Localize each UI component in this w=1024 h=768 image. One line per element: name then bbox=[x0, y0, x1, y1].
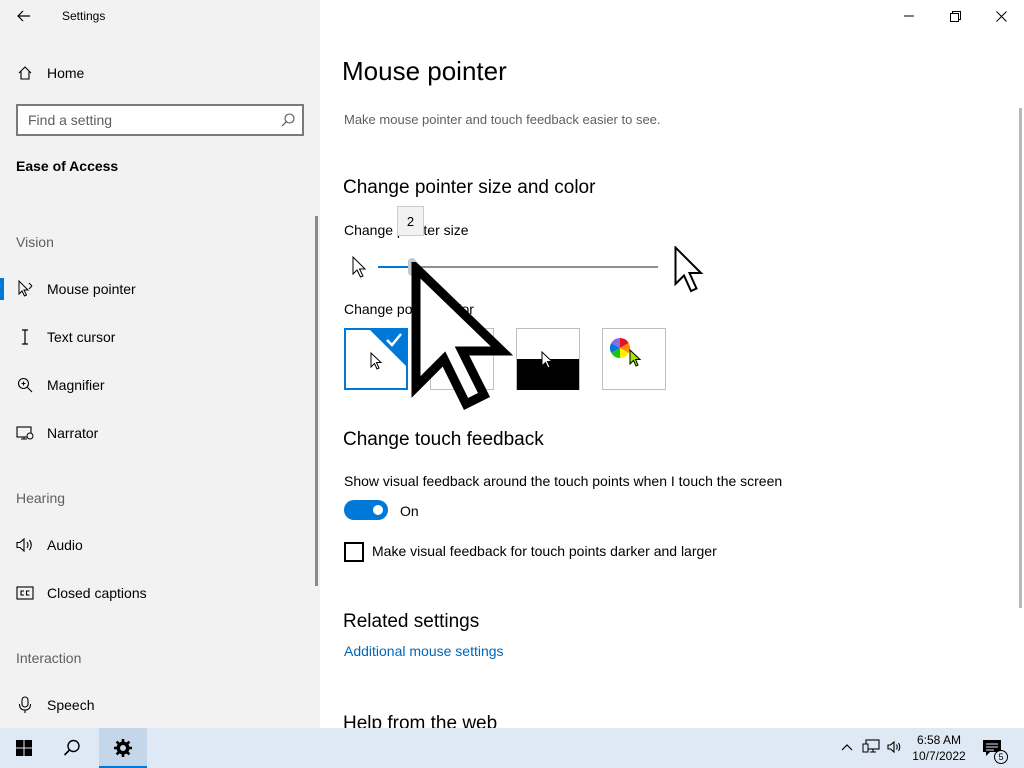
sidebar-item-home[interactable]: Home bbox=[0, 53, 316, 93]
network-icon[interactable] bbox=[862, 738, 880, 756]
section-header-vision: Vision bbox=[16, 234, 54, 250]
pointer-color-custom[interactable] bbox=[602, 328, 666, 390]
sidebar-item-label: Closed captions bbox=[47, 585, 147, 601]
clock-date: 10/7/2022 bbox=[912, 749, 966, 763]
volume-icon[interactable] bbox=[886, 738, 904, 756]
search-box[interactable] bbox=[16, 104, 304, 136]
slider-fill bbox=[378, 266, 412, 268]
system-clock[interactable]: 6:58 AM 10/7/2022 bbox=[906, 732, 972, 764]
close-button[interactable] bbox=[978, 0, 1024, 32]
sidebar-item-label: Home bbox=[47, 65, 85, 81]
minimize-button[interactable] bbox=[886, 0, 932, 32]
clock-time: 6:58 AM bbox=[916, 733, 962, 747]
toggle-state-label: On bbox=[400, 503, 419, 519]
section-title-related: Related settings bbox=[343, 611, 480, 632]
sidebar-item-label: Narrator bbox=[47, 425, 99, 441]
category-title: Ease of Access bbox=[16, 158, 119, 174]
sidebar-item-mouse-pointer[interactable]: Mouse pointer bbox=[0, 269, 316, 309]
closed-captions-icon bbox=[16, 584, 34, 602]
sidebar-item-label: Magnifier bbox=[47, 377, 105, 393]
large-pointer-icon bbox=[674, 246, 704, 293]
section-title-touch: Change touch feedback bbox=[343, 429, 544, 450]
search-taskbar-button[interactable] bbox=[48, 728, 96, 768]
sidebar-item-speech[interactable]: Speech bbox=[0, 685, 316, 725]
white-pointer-icon bbox=[370, 352, 383, 370]
small-pointer-icon bbox=[352, 256, 367, 278]
darker-feedback-label: Make visual feedback for touch points da… bbox=[372, 543, 717, 559]
back-arrow-icon bbox=[17, 10, 30, 22]
darker-feedback-checkbox[interactable] bbox=[344, 542, 364, 562]
restore-icon bbox=[949, 10, 961, 22]
page-title: Mouse pointer bbox=[342, 56, 507, 86]
pointer-color-white[interactable] bbox=[344, 328, 408, 390]
sidebar-item-label: Speech bbox=[47, 697, 95, 713]
sidebar-item-audio[interactable]: Audio bbox=[0, 525, 316, 565]
touch-feedback-toggle[interactable] bbox=[344, 500, 388, 520]
action-center-button[interactable]: 5 bbox=[980, 736, 1008, 764]
search-icon bbox=[63, 739, 80, 756]
section-header-interaction: Interaction bbox=[16, 650, 82, 666]
inverted-pointer-icon bbox=[541, 351, 554, 369]
search-icon[interactable] bbox=[280, 112, 296, 128]
home-icon bbox=[16, 64, 34, 82]
mouse-cursor-icon bbox=[411, 262, 514, 411]
checkmark-icon bbox=[386, 333, 402, 347]
minimize-icon bbox=[904, 15, 914, 17]
section-title-size-color: Change pointer size and color bbox=[343, 177, 596, 198]
sidebar-item-closed-captions[interactable]: Closed captions bbox=[0, 573, 316, 613]
section-header-hearing: Hearing bbox=[16, 490, 66, 506]
sidebar-item-label: Mouse pointer bbox=[47, 281, 136, 297]
page-description: Make mouse pointer and touch feedback ea… bbox=[344, 112, 661, 127]
microphone-icon bbox=[16, 696, 34, 714]
toggle-knob bbox=[373, 505, 383, 515]
color-wheel-icon bbox=[609, 337, 631, 359]
mouse-pointer-icon bbox=[16, 280, 34, 298]
pointer-color-inverted[interactable] bbox=[516, 328, 580, 390]
main-content: Mouse pointer Make mouse pointer and tou… bbox=[320, 0, 1024, 728]
close-icon bbox=[995, 10, 1007, 22]
sidebar-item-label: Text cursor bbox=[47, 329, 116, 345]
sidebar-item-magnifier[interactable]: Magnifier bbox=[0, 365, 316, 405]
speaker-icon bbox=[16, 536, 34, 554]
custom-pointer-icon bbox=[629, 349, 642, 367]
restore-button[interactable] bbox=[932, 0, 978, 32]
back-button[interactable] bbox=[10, 4, 38, 28]
sidebar-item-label: Audio bbox=[47, 537, 83, 553]
sidebar-scrollbar[interactable] bbox=[315, 216, 318, 586]
narrator-icon bbox=[16, 424, 34, 442]
search-input[interactable] bbox=[18, 106, 268, 134]
slider-value-tooltip: 2 bbox=[397, 206, 424, 236]
main-scrollbar[interactable] bbox=[1019, 108, 1022, 608]
windows-logo-icon bbox=[16, 740, 32, 756]
title-bar: Settings bbox=[0, 0, 320, 32]
app-title: Settings bbox=[62, 9, 106, 23]
sidebar-item-text-cursor[interactable]: Text cursor bbox=[0, 317, 316, 357]
additional-mouse-settings-link[interactable]: Additional mouse settings bbox=[344, 643, 504, 659]
show-hidden-icons-icon[interactable] bbox=[838, 738, 856, 756]
sidebar: Settings Home Ease of Access Vision Mous… bbox=[0, 0, 320, 728]
text-cursor-icon bbox=[16, 328, 34, 346]
section-title-help: Help from the web bbox=[343, 713, 498, 728]
magnifier-icon bbox=[16, 376, 34, 394]
gear-icon bbox=[114, 739, 132, 757]
settings-taskbar-button[interactable] bbox=[99, 728, 147, 768]
touch-feedback-label: Show visual feedback around the touch po… bbox=[344, 473, 783, 489]
sidebar-item-narrator[interactable]: Narrator bbox=[0, 413, 316, 453]
taskbar: 6:58 AM 10/7/2022 5 bbox=[0, 728, 1024, 768]
notification-count-badge: 5 bbox=[994, 750, 1008, 764]
start-button[interactable] bbox=[0, 728, 48, 768]
